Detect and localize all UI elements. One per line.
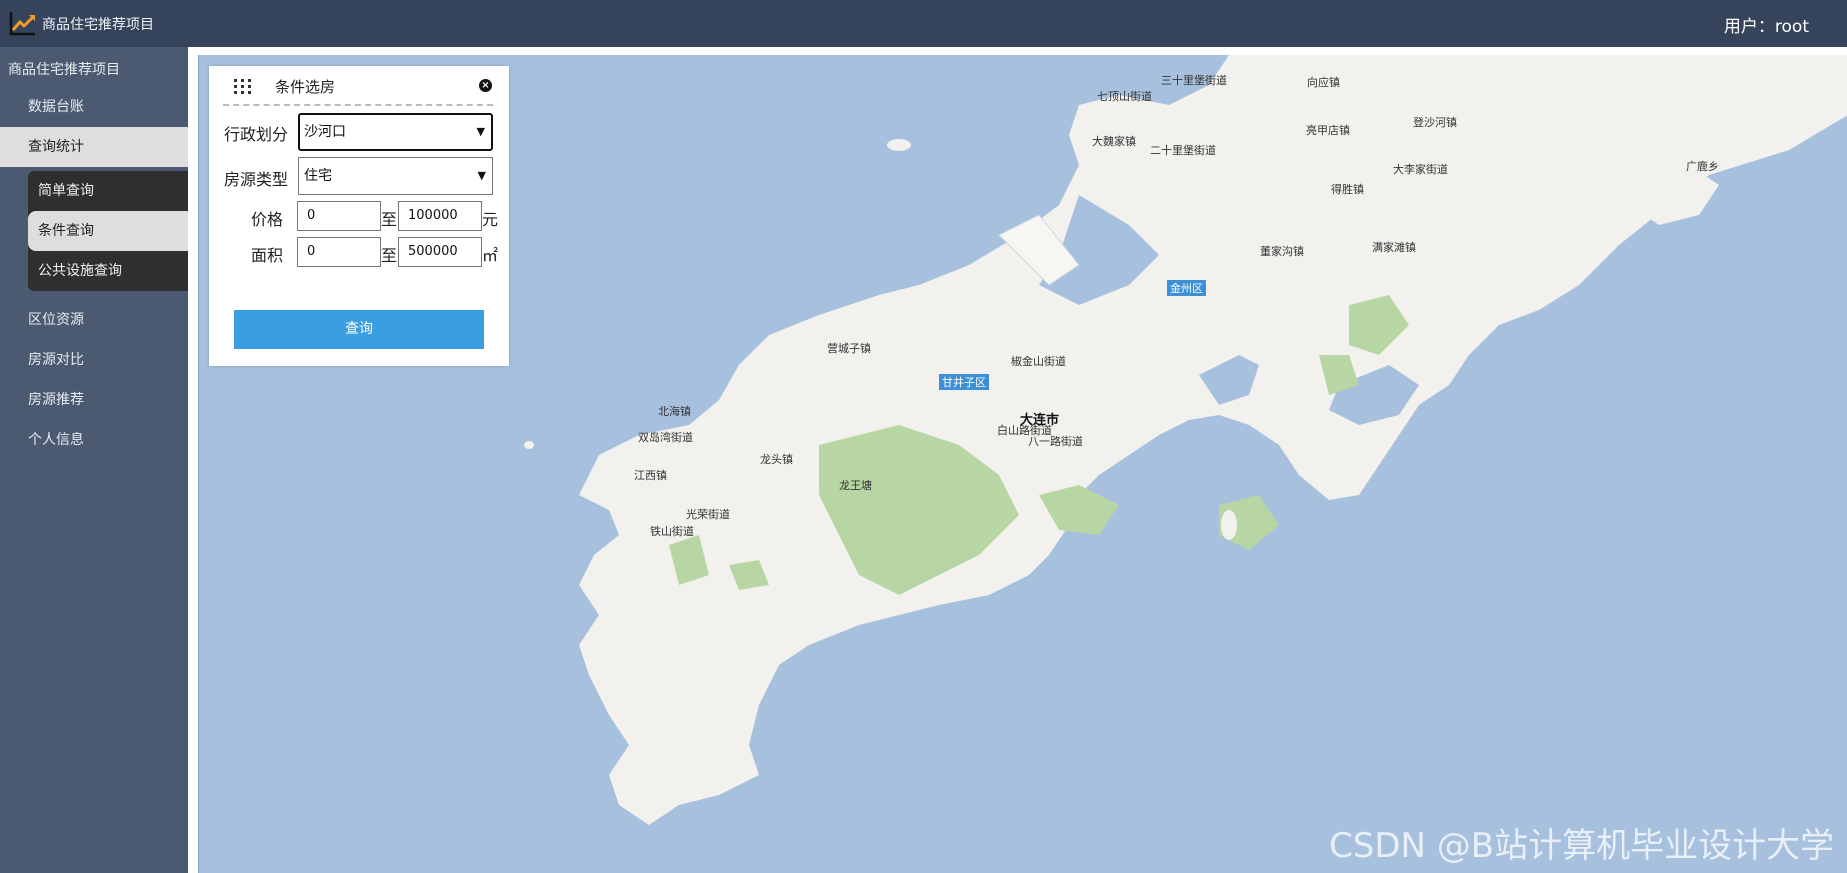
- map-label: 二十里堡街道: [1150, 144, 1216, 157]
- house-type-label: 房源类型: [224, 170, 289, 189]
- map-label: 光荣街道: [686, 508, 730, 521]
- sidebar-item-profile[interactable]: 个人信息: [0, 420, 188, 460]
- map-label: 满家滩镇: [1372, 241, 1416, 254]
- sidebar-item-query-stats[interactable]: 查询统计: [0, 127, 188, 167]
- map-label: 登沙河镇: [1413, 116, 1457, 129]
- map-label: 八一路街道: [1028, 435, 1083, 448]
- top-bar: 商品住宅推荐项目 用户：root: [0, 0, 1847, 47]
- close-icon[interactable]: ×: [479, 79, 492, 92]
- sidebar: 商品住宅推荐项目 数据台账 查询统计 简单查询 条件查询 公共设施查询 区位资源…: [0, 47, 188, 873]
- map-label: 营城子镇: [827, 342, 871, 355]
- trend-chart-icon: [9, 12, 35, 36]
- price-label: 价格: [251, 210, 284, 229]
- chevron-down-icon: ▼: [476, 125, 485, 138]
- area-min-input[interactable]: 0: [297, 237, 381, 267]
- area-max-input[interactable]: 500000: [398, 237, 482, 267]
- price-max-input[interactable]: 100000: [398, 201, 482, 231]
- submenu-item-condition-query[interactable]: 条件查询: [28, 211, 188, 251]
- submenu-item-simple-query[interactable]: 简单查询: [28, 171, 188, 211]
- area-range-separator: 至: [381, 246, 398, 265]
- sidebar-item-ledger[interactable]: 数据台账: [0, 87, 188, 127]
- map-label: 铁山街道: [650, 525, 694, 538]
- map-label: 董家沟镇: [1260, 245, 1304, 258]
- panel-header: 条件选房 ×: [223, 66, 493, 106]
- user-info[interactable]: 用户：root: [1724, 12, 1809, 37]
- chevron-down-icon: ▼: [477, 169, 486, 182]
- price-range-separator: 至: [381, 210, 398, 229]
- land-mainland: [579, 55, 1847, 825]
- map-label: 广鹿乡: [1686, 160, 1719, 173]
- sidebar-root-title[interactable]: 商品住宅推荐项目: [8, 59, 120, 79]
- submenu-item-facility-query[interactable]: 公共设施查询: [28, 251, 188, 291]
- map-label: 双岛湾街道: [638, 431, 693, 444]
- map-label: 大魏家镇: [1092, 135, 1136, 148]
- map-label-district: 金州区: [1167, 280, 1206, 296]
- map-label: 北海镇: [658, 405, 691, 418]
- map-label: 大李家街道: [1393, 163, 1448, 176]
- query-submenu: 简单查询 条件查询 公共设施查询: [28, 171, 188, 291]
- panel-title: 条件选房: [275, 78, 336, 96]
- house-type-select[interactable]: 住宅 ▼: [298, 157, 493, 195]
- drag-grip-icon[interactable]: [233, 78, 251, 94]
- sidebar-item-recommend[interactable]: 房源推荐: [0, 380, 188, 420]
- area-label: 面积: [251, 246, 284, 265]
- island: [887, 139, 911, 151]
- map-label: 七顶山街道: [1097, 90, 1152, 103]
- map-label: 椒金山街道: [1011, 355, 1066, 368]
- area-unit: ㎡: [482, 246, 499, 265]
- house-type-select-value: 住宅: [304, 168, 332, 184]
- district-label: 行政划分: [224, 125, 289, 144]
- watermark: CSDN @B站计算机毕业设计大学: [1329, 826, 1835, 866]
- map-label: 龙王塘: [839, 479, 872, 492]
- price-unit: 元: [482, 210, 499, 229]
- map-label: 三十里堡街道: [1161, 74, 1227, 87]
- map-label: 得胜镇: [1331, 183, 1364, 196]
- map-label-district: 甘井子区: [939, 374, 989, 390]
- map-label: 龙头镇: [760, 453, 793, 466]
- sidebar-item-location[interactable]: 区位资源: [0, 300, 188, 340]
- map-label: 向应镇: [1307, 76, 1340, 89]
- condition-panel: 条件选房 × 行政划分 沙河口 ▼ 房源类型 住宅 ▼ 价格 0 至 10000…: [209, 66, 509, 366]
- district-select[interactable]: 沙河口 ▼: [298, 113, 493, 151]
- island: [1221, 510, 1237, 540]
- district-select-value: 沙河口: [304, 124, 346, 140]
- sidebar-item-compare[interactable]: 房源对比: [0, 340, 188, 380]
- island: [524, 441, 534, 449]
- price-min-input[interactable]: 0: [297, 201, 381, 231]
- query-button[interactable]: 查询: [234, 310, 484, 349]
- app-title: 商品住宅推荐项目: [42, 17, 154, 33]
- map-label: 江西镇: [634, 469, 667, 482]
- map-label: 亮甲店镇: [1306, 124, 1350, 137]
